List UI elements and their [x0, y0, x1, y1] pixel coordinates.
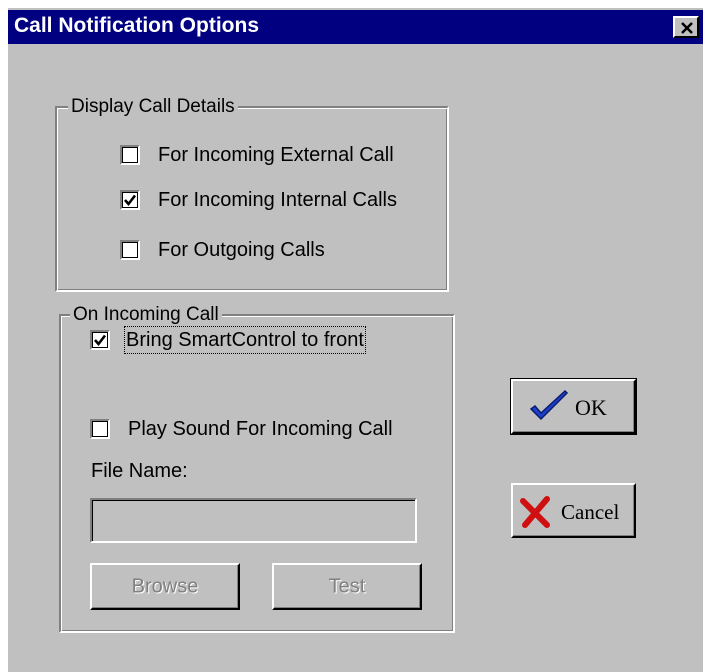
checkbox-box[interactable] [120, 240, 140, 260]
checkbox-label: Play Sound For Incoming Call [128, 418, 393, 440]
window-title: Call Notification Options [14, 14, 259, 37]
dialog-window: Call Notification Options Display Call D… [8, 8, 703, 672]
checkbox-box[interactable] [120, 190, 140, 210]
test-button[interactable]: Test [272, 563, 422, 610]
browse-button[interactable]: Browse [90, 563, 240, 610]
checkmark-icon [529, 389, 569, 421]
checkbox-label: Bring SmartControl to front [124, 326, 366, 354]
file-name-field[interactable] [90, 498, 417, 543]
checkbox-label: For Outgoing Calls [158, 239, 325, 261]
close-button[interactable] [673, 16, 699, 38]
display-call-details-label: Display Call Details [68, 96, 238, 118]
cancel-x-icon [520, 496, 550, 528]
title-bar[interactable]: Call Notification Options [8, 10, 703, 44]
close-icon [681, 22, 693, 34]
checkmark-icon [124, 194, 137, 207]
checkmark-icon [94, 334, 107, 347]
ok-button[interactable]: OK [510, 378, 637, 435]
cancel-button[interactable]: Cancel [511, 483, 636, 538]
checkbox-label: For Incoming External Call [158, 144, 394, 166]
checkbox-box[interactable] [90, 419, 110, 439]
checkbox-label: For Incoming Internal Calls [158, 189, 397, 211]
on-incoming-call-label: On Incoming Call [70, 304, 222, 326]
file-name-label: File Name: [91, 460, 188, 482]
ok-label: OK [575, 395, 607, 420]
checkbox-box[interactable] [120, 145, 140, 165]
cancel-label: Cancel [561, 500, 620, 524]
checkbox-box[interactable] [90, 330, 110, 350]
